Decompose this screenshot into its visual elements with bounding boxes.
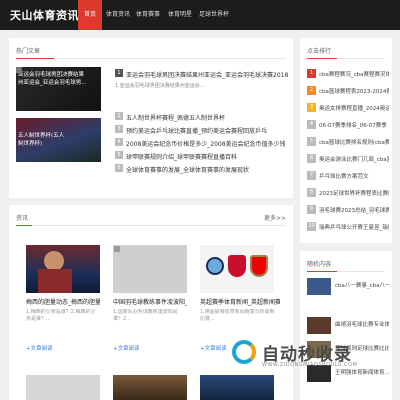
news-card-image-2[interactable] (113, 245, 187, 293)
rank-number-badge: 8 (307, 188, 316, 197)
title-accent (16, 58, 54, 59)
news-card-image-5[interactable] (113, 375, 187, 400)
rank-item-8[interactable]: 2023足球世界杯赛程表比赛时间表 (319, 189, 389, 197)
rank-number-badge: 2 (307, 86, 316, 95)
hot-item-5[interactable]: 球甲联赛规则介绍_球甲联赛赛程直播百科 (126, 152, 286, 161)
random-thumb-2[interactable] (307, 317, 331, 334)
rank-number-badge: 1 (307, 69, 316, 78)
rank-badge: 5 (115, 151, 123, 159)
rank-item-2[interactable]: cba篮球赛程表2023-2024赛季 (319, 87, 389, 95)
rank-badge: 2 (115, 112, 123, 120)
news-card-desc-1: 1.梅西的父亲是谁？2.梅西的父亲是谁？... (26, 309, 96, 322)
rank-item-1[interactable]: cba赛程赛况_cba赛程赛况体育赛 (319, 70, 389, 78)
rank-item-5[interactable]: cba篮球比赛排名规则(cba赛... (319, 138, 389, 146)
club-crest-icon (228, 255, 246, 277)
news-card-more-3[interactable]: +文章阅读 (200, 344, 227, 352)
watermark-logo-icon (232, 340, 256, 364)
rank-item-6[interactable]: 奥运会游泳比赛门几局_cba篮球 (319, 155, 389, 163)
rank-number-badge: 10 (307, 222, 316, 231)
nav-sports-news[interactable]: 体育资讯 (104, 0, 132, 30)
rank-number-badge: 9 (307, 205, 316, 214)
nav-sports-events[interactable]: 体育赛事 (134, 0, 162, 30)
rank-item-4[interactable]: 06-07赛季排名_06-07赛季 (319, 121, 389, 129)
featured-caption-2: 五人制世界杯(五人 (18, 133, 65, 139)
image-placeholder-icon (16, 67, 22, 73)
club-crest-icon (250, 255, 268, 277)
nav-sports-stars[interactable]: 体育明星 (166, 0, 194, 30)
hot-item-1[interactable]: 亚运会羽毛球男团决赛结果州亚运会_亚运会羽毛球决赛2018 (126, 70, 288, 79)
news-more-link[interactable]: 更多>> (264, 213, 286, 222)
click-ranking-title: 点击排行 (307, 48, 332, 55)
hot-articles-panel: 热门文章 亚运会羽毛球男团决赛结果 州亚运会_亚运会羽毛球男... 五人制世界杯… (9, 38, 293, 198)
featured-thumb-1[interactable]: 亚运会羽毛球男团决赛结果 州亚运会_亚运会羽毛球男... (16, 67, 101, 111)
hot-item-4[interactable]: 2008美运会纪念币价格是多少_2008美运会纪念币值多少钱 (126, 139, 286, 148)
rank-badge: 4 (115, 138, 123, 146)
news-card-more-1[interactable]: +文章阅读 (26, 344, 53, 352)
rank-item-3[interactable]: 奥运女排赛程直播_2024奥运女排 (319, 104, 389, 112)
news-card-image-6[interactable] (200, 375, 274, 400)
rank-badge: 3 (115, 125, 123, 133)
rank-number-badge: 7 (307, 171, 316, 180)
featured-sub-2: 制世界杯) (18, 141, 43, 147)
news-card-title-2[interactable]: 中国羽毛球教练事件凌波阳_羽毛... (113, 297, 187, 306)
news-card-title-3[interactable]: 英超赛季体育新闻_英超新闻赛... (200, 297, 280, 306)
news-card-image-3[interactable] (200, 245, 274, 293)
watermark: 自动秒收录 WWW.ZIDONGMIAOSHOULU.COM (232, 336, 392, 378)
player-jersey (38, 269, 72, 293)
rank-item-10[interactable]: 瑞典乒乓球公开赛王曼昱_瑞典 (319, 223, 389, 231)
random-item-2[interactable]: 曲靖羽毛球比赛专业体育... (335, 320, 389, 328)
news-card-image-4[interactable] (26, 375, 100, 400)
featured-sub-1: 州亚运会_亚运会羽毛球男... (18, 80, 87, 86)
news-card-title-1[interactable]: 梅西的胆量动态_梅西的胆量动态比... (26, 297, 100, 306)
nav-world-cup[interactable]: 足球世界杯 (197, 0, 231, 30)
panel-divider (16, 58, 286, 59)
rank-badge: 6 (115, 164, 123, 172)
hot-articles-title: 热门文章 (16, 48, 41, 55)
news-card-desc-2: 1.国家队羽毛球教练凌波阳是谁？2... (113, 309, 178, 322)
news-card-desc-3: 1.英超联赛体育新闻赛季分析最新比赛... (200, 309, 275, 322)
player-head (44, 251, 64, 271)
rank-number-badge: 5 (307, 137, 316, 146)
top-nav: 天山体育资讯网 首页 体育资讯 体育赛事 体育明星 足球世界杯 (0, 0, 400, 30)
watermark-url: WWW.ZIDONGMIAOSHOULU.COM (262, 362, 358, 368)
panel-divider (16, 225, 286, 226)
hot-item-3[interactable]: 预约美运会乒乓球比赛直播_预约美运会赛程回放乒乓 (126, 126, 286, 135)
hot-item-desc: 1.亚运会羽毛球男团决赛结果州亚运会... (115, 83, 205, 89)
featured-caption-1: 亚运会羽毛球男团决赛结果 (18, 72, 85, 78)
random-content-title: 随机内容 (307, 261, 332, 268)
title-accent (307, 58, 337, 59)
rank-item-9[interactable]: 羽毛球赛2023总结_羽毛球赛 (319, 206, 389, 214)
news-card-image-1[interactable] (26, 245, 100, 293)
rank-number-badge: 6 (307, 154, 316, 163)
club-crest-icon (206, 257, 224, 275)
hot-item-6[interactable]: 全球体育赛事的发展_全球体育赛事的发展现状 (126, 165, 286, 174)
nav-home[interactable]: 首页 (78, 0, 102, 30)
hot-item-2[interactable]: 五人制世界杯赛程_佩德五人制世界杯 (126, 113, 286, 122)
title-accent (16, 225, 32, 226)
rank-number-badge: 4 (307, 120, 316, 129)
click-ranking-panel: 点击排行 1 cba赛程赛况_cba赛程赛况体育赛 2 cba篮球赛程表2023… (300, 38, 392, 243)
news-card-more-2[interactable]: +文章阅读 (113, 344, 140, 352)
news-title: 资讯 (16, 215, 29, 222)
featured-thumb-2[interactable]: 五人制世界杯(五人 制世界杯) (16, 118, 101, 162)
random-thumb-1[interactable] (307, 278, 331, 295)
image-placeholder-icon (114, 246, 120, 252)
rank-item-7[interactable]: 乒乓球比赛方案范文 (319, 172, 389, 180)
rank-badge: 1 (115, 69, 123, 77)
rank-number-badge: 3 (307, 103, 316, 112)
random-item-1[interactable]: cba八一赛事_cba八一赛事直播 (335, 281, 389, 289)
title-accent (307, 271, 337, 272)
